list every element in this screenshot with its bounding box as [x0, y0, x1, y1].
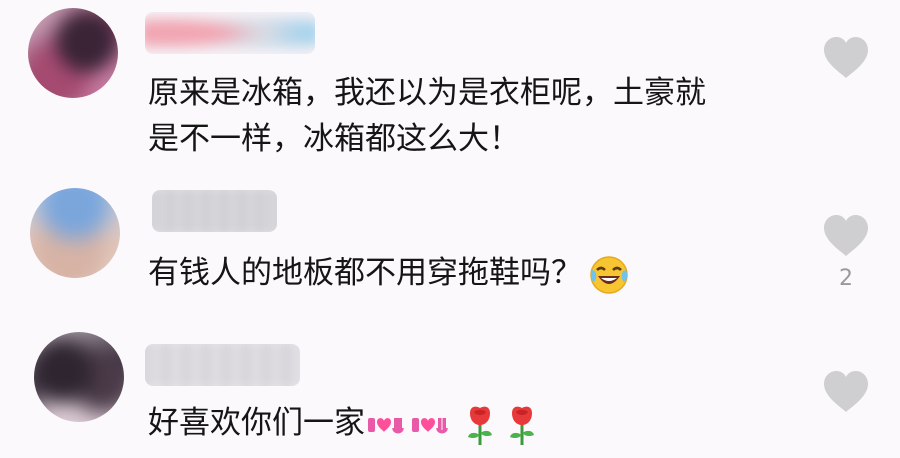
blurred-username[interactable] — [145, 12, 315, 54]
heart-icon — [824, 37, 868, 78]
comment-item: 好喜欢你们一家 — [0, 328, 900, 458]
blurred-username[interactable] — [152, 190, 277, 232]
heart-icon — [824, 215, 868, 256]
avatar[interactable] — [30, 188, 120, 278]
heart-icon — [824, 371, 868, 412]
avatar[interactable] — [28, 8, 118, 98]
avatar[interactable] — [34, 332, 124, 422]
laughing-crying-emoji — [590, 255, 628, 294]
comment-text: 原来是冰箱，我还以为是衣柜呢，土豪就 是不一样，冰箱都这么大！ — [148, 75, 706, 157]
comment-text: 好喜欢你们一家 — [148, 400, 808, 447]
comment-text-content: 好喜欢你们一家 — [148, 405, 365, 441]
blurred-username[interactable] — [145, 344, 300, 386]
i-love-you-sticker — [368, 417, 404, 433]
rose-emoji — [468, 406, 492, 445]
like-button[interactable]: 2 — [822, 214, 870, 291]
comment-list: 原来是冰箱，我还以为是衣柜呢，土豪就 是不一样，冰箱都这么大！ 有钱人的地板都不… — [0, 0, 900, 458]
like-button[interactable] — [822, 36, 870, 88]
like-button[interactable] — [822, 370, 870, 422]
like-count: 2 — [839, 266, 853, 291]
comment-text-content: 有钱人的地板都不用穿拖鞋吗？ — [148, 255, 582, 291]
comment-item: 有钱人的地板都不用穿拖鞋吗？ 2 — [0, 178, 900, 328]
rose-emoji — [510, 406, 534, 445]
i-love-you-sticker — [412, 417, 448, 433]
comment-item: 原来是冰箱，我还以为是衣柜呢，土豪就 是不一样，冰箱都这么大！ — [0, 0, 900, 178]
comment-text: 有钱人的地板都不用穿拖鞋吗？ — [148, 250, 808, 296]
